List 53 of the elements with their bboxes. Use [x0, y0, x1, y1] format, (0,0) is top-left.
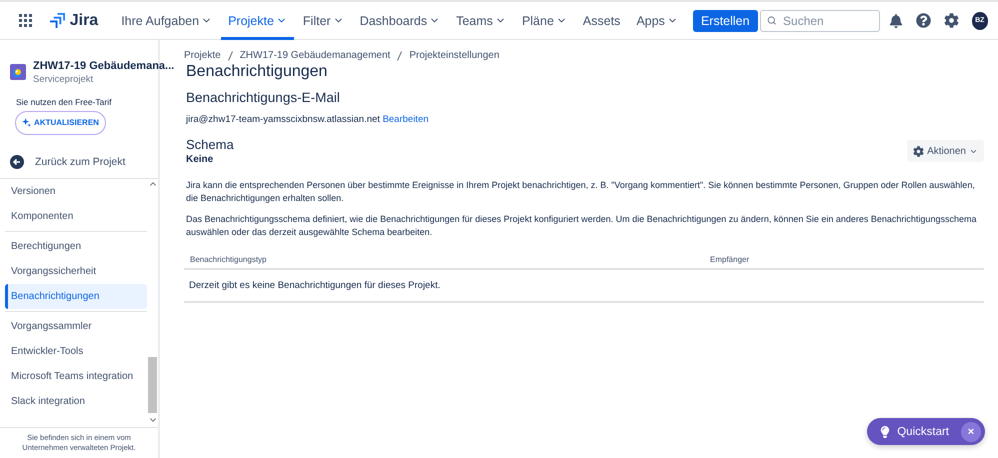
edit-link[interactable]: Bearbeiten — [382, 114, 429, 125]
search-field[interactable]: Suchen — [760, 10, 880, 32]
column-header: Benachrichtigungstyp — [190, 255, 268, 264]
section-heading: Schema — [186, 137, 234, 152]
nav-menu-item[interactable]: Ihre Aufgaben — [114, 2, 220, 40]
page-title: Benachrichtigungen — [186, 63, 328, 81]
logo-text: Jira — [70, 12, 98, 30]
sidebar-item[interactable]: Vorgangssicherheit — [5, 258, 147, 284]
lightbulb-icon — [879, 426, 892, 438]
sidebar-item[interactable]: Entwickler-Tools — [5, 338, 147, 364]
empty-table-message: Derzeit gibt es keine Benachrichtigungen für dieses Projekt. — [184, 270, 984, 304]
breadcrumb-link[interactable]: Projekteinstellungen — [409, 50, 500, 61]
nav-menu-item[interactable]: Dashboards — [352, 2, 448, 40]
description-paragraph: Das Benachrichtigungsschema definiert, wie die Benachrichtigungen für dieses Projekt konfiguriert werden. Um die Benachrichtigungen zu ändern, können Sie ein anderes Benachrichtigungsschema auswählen oder das derzeit ausgewählte Schema bearbeiten. — [186, 213, 978, 240]
sidebar-item[interactable]: Microsoft Teams integration — [5, 364, 147, 389]
actions-button[interactable]: Aktionen — [907, 140, 984, 162]
breadcrumb-link[interactable]: Projekte — [184, 50, 221, 61]
search-input[interactable]: Suchen — [781, 12, 874, 28]
sidebar-item[interactable]: Versionen — [5, 178, 147, 204]
create-button[interactable]: Erstellen — [692, 10, 758, 32]
email-address: jira@zhw17-team-yamsscixbnsw.atlassian.net Bearbeiten — [186, 114, 430, 125]
nav-menu-item[interactable]: Teams — [449, 2, 513, 40]
description-paragraph: Jira kann die entsprechenden Personen über bestimmte Ereignisse in Ihrem Projekt benachrichtigen, z. B. "Vorgang kommentiert". Sie können bestimmte Personen, Gruppen oder Rollen auswählen, die Benachrichtigungen erhalten sollen. — [186, 179, 976, 206]
sidebar-item[interactable]: Benachrichtigungen — [5, 284, 147, 309]
project-name[interactable]: ZHW17-19 Gebäudemana... — [33, 60, 174, 72]
jira-logo-icon — [50, 13, 65, 28]
nav-menu-item[interactable]: Assets — [576, 2, 628, 40]
plan-note: Sie nutzen den Free-Tarif — [15, 96, 112, 107]
project-avatar-icon — [10, 64, 26, 80]
nav-menu-item[interactable]: Filter — [296, 2, 351, 40]
back-to-project-link[interactable]: Zurück zum Projekt — [0, 148, 158, 175]
nav-menu-item[interactable]: Projekte — [221, 2, 294, 40]
column-header: Empfänger — [710, 255, 750, 264]
nav-menu-item[interactable]: Pläne — [514, 2, 574, 40]
sidebar-item[interactable]: Slack integration — [5, 388, 147, 414]
sidebar-item[interactable]: Vorgangssammler — [5, 314, 147, 339]
quickstart-button[interactable]: Quickstart × — [867, 418, 985, 445]
sidebar-item[interactable]: Berechtigungen — [5, 234, 147, 259]
scrollbar-thumb[interactable] — [148, 356, 157, 413]
breadcrumb-separator-icon — [397, 50, 402, 60]
search-icon — [766, 15, 776, 26]
close-button[interactable]: × — [961, 422, 981, 442]
upgrade-button[interactable]: AKTUALISIEREN — [15, 111, 106, 135]
quickstart-label[interactable]: Quickstart — [897, 426, 949, 438]
project-type: Serviceprojekt — [33, 74, 94, 85]
breadcrumb-link[interactable]: ZHW17-19 Gebäudemanagement — [240, 50, 390, 61]
section-heading: Benachrichtigungs-E-Mail — [186, 90, 341, 105]
nav-menu-item[interactable]: Apps — [629, 2, 685, 40]
scheme-name: Keine — [186, 154, 214, 165]
sparkle-icon — [22, 118, 32, 128]
breadcrumb-separator-icon — [228, 50, 233, 60]
gear-icon — [913, 146, 924, 156]
sidebar-item[interactable]: Komponenten — [5, 204, 147, 229]
